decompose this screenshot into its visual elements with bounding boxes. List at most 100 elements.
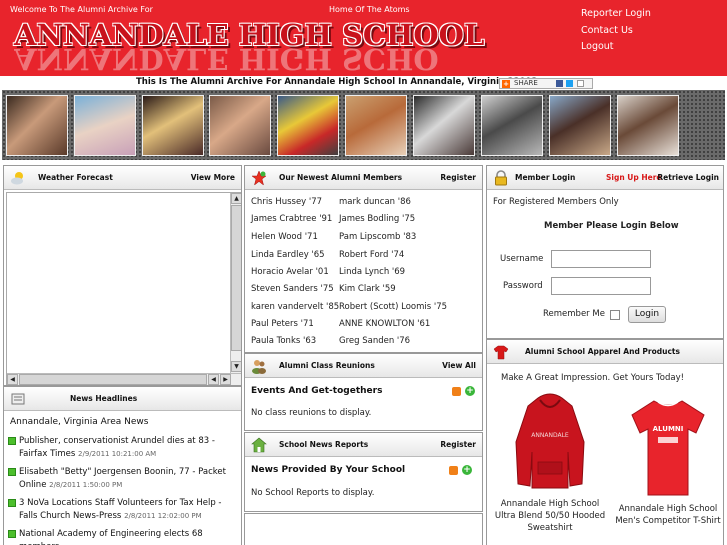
weather-header: Weather Forecast View More xyxy=(4,166,241,190)
scroll-left-icon[interactable]: ◀ xyxy=(208,374,219,385)
login-prompt: Member Please Login Below xyxy=(544,221,679,231)
newest-register-link[interactable]: Register xyxy=(440,173,476,182)
add-icon[interactable]: + xyxy=(465,386,475,396)
news-item[interactable]: National Academy of Engineering elects 6… xyxy=(8,528,240,545)
welcome-text: Welcome To The Alumni Archive For xyxy=(10,5,153,14)
rss-icon[interactable] xyxy=(449,466,458,475)
events-subheading: Events And Get-togethers xyxy=(251,386,383,396)
tshirt-image[interactable]: ALUMNI xyxy=(628,395,708,499)
alumni-photo[interactable] xyxy=(481,95,543,156)
login-header: Member Login Sign Up Here Retrieve Login xyxy=(487,166,723,190)
bullet-icon xyxy=(8,468,16,476)
weather-view-more-link[interactable]: View More xyxy=(191,173,235,182)
member-link[interactable]: ANNE KNOWLTON '61 xyxy=(339,319,430,329)
member-link[interactable]: Paula Tonks '63 xyxy=(251,336,316,346)
hoodie-image[interactable]: ANNANDALE xyxy=(510,392,590,492)
password-input[interactable] xyxy=(551,277,651,295)
school-news-panel: School News Reports Register News Provid… xyxy=(244,432,483,512)
people-icon xyxy=(252,360,266,374)
news-date: 2/8/2011 1:50:00 PM xyxy=(49,481,123,489)
scroll-thumb[interactable] xyxy=(19,374,207,385)
alumni-photo[interactable] xyxy=(345,95,407,156)
star-icon xyxy=(251,170,267,186)
member-link[interactable]: mark duncan '86 xyxy=(339,197,411,207)
alumni-photo[interactable] xyxy=(6,95,68,156)
member-link[interactable]: Robert (Scott) Loomis '75 xyxy=(339,302,447,312)
school-house-icon xyxy=(251,437,267,453)
logout-link[interactable]: Logout xyxy=(581,39,651,56)
alumni-photo[interactable] xyxy=(277,95,339,156)
scroll-right-icon[interactable]: ▶ xyxy=(220,374,231,385)
member-link[interactable]: Kim Clark '59 xyxy=(339,284,396,294)
member-link[interactable]: Robert Ford '74 xyxy=(339,250,404,260)
twitter-icon xyxy=(566,80,573,87)
rss-icon[interactable] xyxy=(452,387,461,396)
horizontal-scrollbar[interactable]: ◀ ◀ ▶ xyxy=(7,373,241,385)
product-hoodie[interactable]: ANNANDALE Annandale High School Ultra Bl… xyxy=(494,392,606,534)
product-tshirt[interactable]: ALUMNI Annandale High School Men's Compe… xyxy=(612,395,723,527)
member-link[interactable]: Steven Sanders '75 xyxy=(251,284,334,294)
scroll-thumb[interactable] xyxy=(231,205,241,351)
share-plus-icon: + xyxy=(502,80,510,88)
username-input[interactable] xyxy=(551,250,651,268)
weather-frame: ▲ ▼ ◀ ◀ ▶ xyxy=(6,192,241,385)
member-link[interactable]: James Bodling '75 xyxy=(339,214,415,224)
vertical-scrollbar[interactable]: ▲ ▼ xyxy=(230,193,241,373)
news-title: News Headlines xyxy=(70,394,138,403)
share-button[interactable]: + SHARE xyxy=(499,78,593,89)
alumni-photo[interactable] xyxy=(617,95,679,156)
scroll-down-icon[interactable]: ▼ xyxy=(231,361,241,372)
email-icon xyxy=(577,80,584,87)
member-link[interactable]: karen vandervelt '85 xyxy=(251,302,339,312)
member-link[interactable]: Paul Peters '71 xyxy=(251,319,314,329)
member-link[interactable]: Linda Lynch '69 xyxy=(339,267,405,277)
alumni-photo[interactable] xyxy=(142,95,204,156)
login-button[interactable]: Login xyxy=(628,306,666,323)
shirt-print: ALUMNI xyxy=(653,425,684,433)
product-name[interactable]: Annandale High School Men's Competitor T… xyxy=(612,503,723,527)
news-headline[interactable]: National Academy of Engineering elects 6… xyxy=(19,529,203,545)
member-link[interactable]: Greg Sanden '76 xyxy=(339,336,410,346)
member-link[interactable]: Helen Wood '71 xyxy=(251,232,318,242)
sign-up-link[interactable]: Sign Up Here xyxy=(606,173,662,182)
add-icon[interactable]: + xyxy=(462,465,472,475)
remember-me-label: Remember Me xyxy=(543,309,605,319)
alumni-photo[interactable] xyxy=(413,95,475,156)
reunions-title: Alumni Class Reunions xyxy=(279,361,375,370)
product-name[interactable]: Annandale High School Ultra Blend 50/50 … xyxy=(494,498,606,534)
school-news-header: School News Reports Register xyxy=(245,433,482,457)
scroll-left-icon[interactable]: ◀ xyxy=(7,374,18,385)
retrieve-login-link[interactable]: Retrieve Login xyxy=(657,173,719,182)
weather-panel: Weather Forecast View More ▲ ▼ ◀ ◀ ▶ xyxy=(3,165,242,386)
school-logo-title: ANNANDALE HIGH SCHOOL xyxy=(14,18,485,52)
reunions-view-all-link[interactable]: View All xyxy=(442,361,476,370)
apparel-header: Alumni School Apparel And Products xyxy=(487,340,723,364)
weather-title: Weather Forecast xyxy=(38,173,113,182)
member-link[interactable]: Linda Eardley '65 xyxy=(251,250,325,260)
weather-cloud-icon xyxy=(11,172,23,185)
archive-bar: This Is The Alumni Archive For Annandale… xyxy=(0,76,727,90)
member-link[interactable]: Horacio Avelar '01 xyxy=(251,267,329,277)
scroll-up-icon[interactable]: ▲ xyxy=(231,193,241,204)
password-label: Password xyxy=(503,281,543,291)
news-item[interactable]: Publisher, conservationist Arundel dies … xyxy=(8,435,240,461)
remember-me-checkbox[interactable] xyxy=(610,310,620,320)
contact-us-link[interactable]: Contact Us xyxy=(581,23,651,40)
alumni-photo[interactable] xyxy=(74,95,136,156)
alumni-photo[interactable] xyxy=(549,95,611,156)
registered-note: For Registered Members Only xyxy=(493,197,619,207)
member-link[interactable]: Pam Lipscomb '83 xyxy=(339,232,416,242)
alumni-photo[interactable] xyxy=(209,95,271,156)
newest-members-title: Our Newest Alumni Members xyxy=(279,173,403,182)
header-links: Reporter Login Contact Us Logout xyxy=(581,6,651,56)
facebook-icon xyxy=(556,80,563,87)
reporter-login-link[interactable]: Reporter Login xyxy=(581,6,651,23)
bullet-icon xyxy=(8,530,16,538)
member-link[interactable]: James Crabtree '91 xyxy=(251,214,332,224)
news-item[interactable]: 3 NoVa Locations Staff Volunteers for Ta… xyxy=(8,497,240,523)
news-item[interactable]: Elisabeth "Betty" Joergensen Boonin, 77 … xyxy=(8,466,240,492)
school-news-title: School News Reports xyxy=(279,440,369,449)
member-link[interactable]: Chris Hussey '77 xyxy=(251,197,322,207)
school-news-register-link[interactable]: Register xyxy=(440,440,476,449)
news-date: 2/8/2011 12:02:00 PM xyxy=(124,512,202,520)
